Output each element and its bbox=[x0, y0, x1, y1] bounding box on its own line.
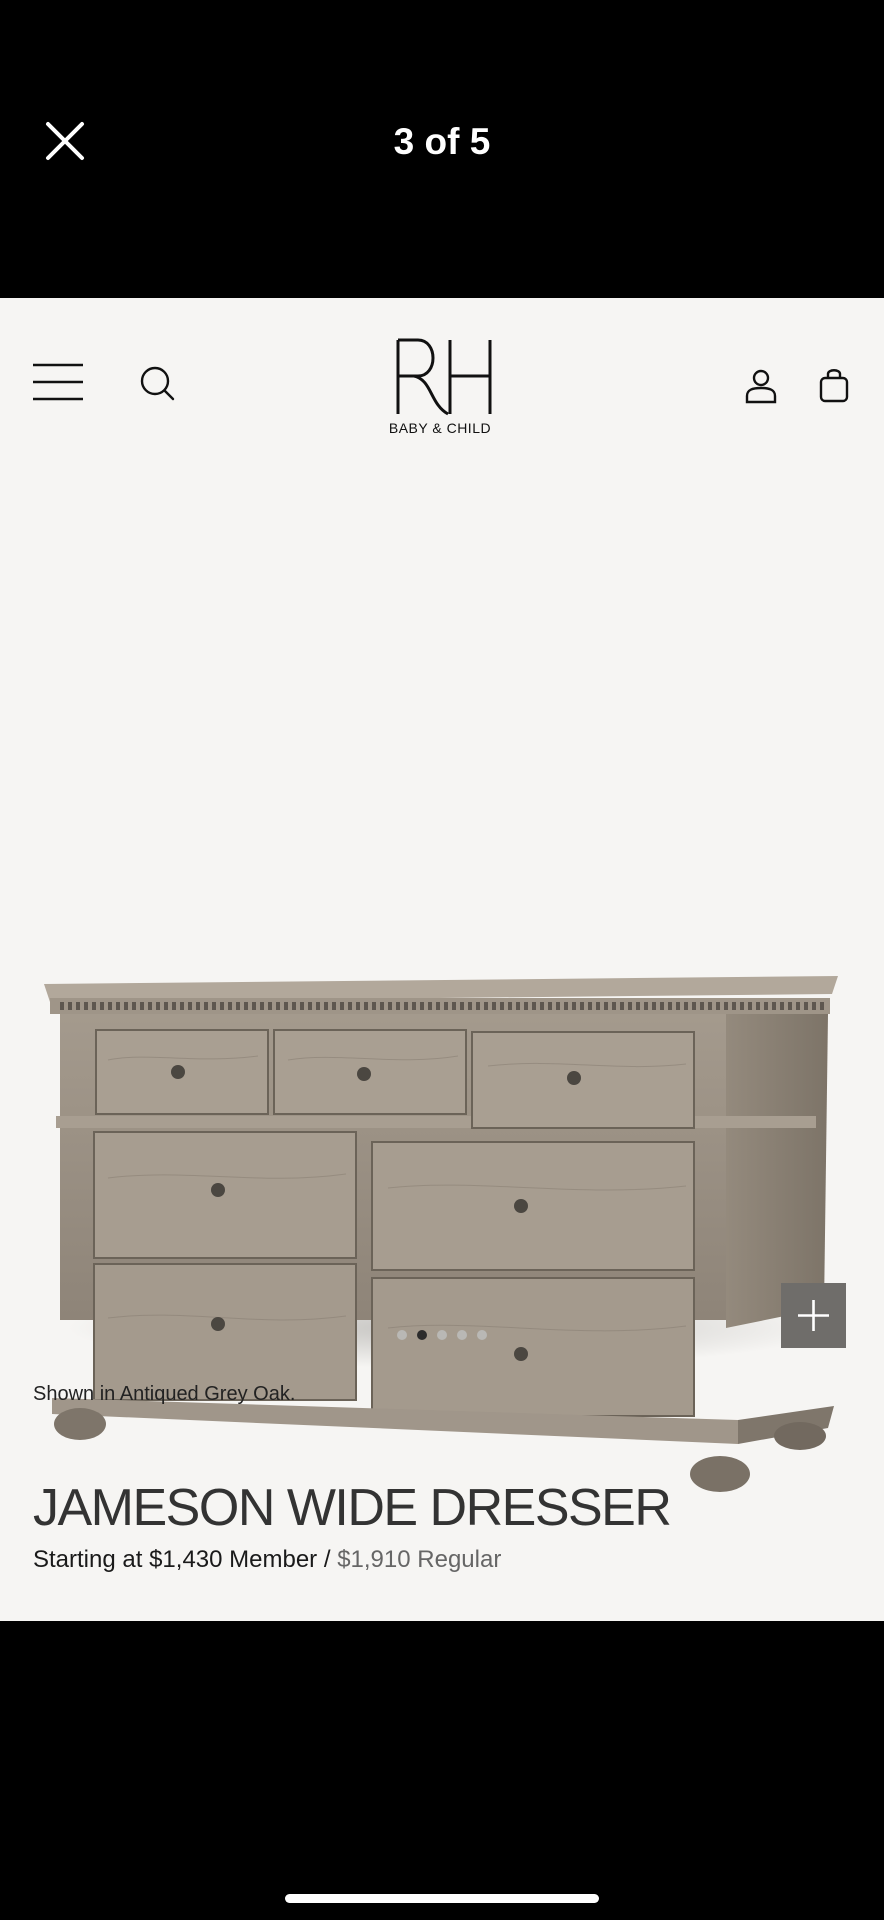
dresser-image bbox=[44, 976, 838, 1492]
search-button[interactable] bbox=[138, 364, 178, 404]
member-label: Member / bbox=[229, 1546, 331, 1573]
account-button[interactable] bbox=[744, 368, 778, 404]
rh-logo bbox=[396, 338, 492, 416]
carousel-dot-active[interactable] bbox=[417, 1330, 427, 1340]
logo-subtitle: BABY & CHILD bbox=[388, 420, 492, 436]
brand-logo[interactable]: BABY & CHILD bbox=[370, 332, 510, 442]
price-line: Starting at $1,430 Member / $1,910 Regul… bbox=[33, 1546, 501, 1574]
account-icon bbox=[745, 369, 777, 404]
search-icon bbox=[140, 366, 175, 401]
regular-label: Regular bbox=[417, 1546, 502, 1573]
carousel-dots bbox=[0, 1330, 884, 1340]
site-header: BABY & CHILD bbox=[0, 298, 884, 488]
member-price: $1,430 bbox=[149, 1546, 223, 1573]
cart-button[interactable] bbox=[818, 366, 850, 404]
menu-icon bbox=[33, 363, 83, 401]
menu-button[interactable] bbox=[32, 362, 84, 404]
viewer-header: 3 of 5 bbox=[0, 0, 884, 298]
image-counter: 3 of 5 bbox=[393, 121, 491, 162]
product-image[interactable] bbox=[38, 668, 846, 1548]
price-prefix: Starting at bbox=[33, 1546, 143, 1573]
carousel-dot[interactable] bbox=[397, 1330, 407, 1340]
carousel-dot[interactable] bbox=[457, 1330, 467, 1340]
image-caption: Shown in Antiqued Grey Oak. bbox=[33, 1383, 296, 1405]
regular-price: $1,910 bbox=[337, 1546, 411, 1573]
carousel-dot[interactable] bbox=[437, 1330, 447, 1340]
shopping-bag-icon bbox=[819, 369, 849, 403]
home-indicator[interactable] bbox=[285, 1894, 599, 1903]
product-title: JAMESON WIDE DRESSER bbox=[33, 1479, 672, 1537]
carousel-dot[interactable] bbox=[477, 1330, 487, 1340]
product-screen: BABY & CHILD Shown in Antiqued Grey Oak.… bbox=[0, 298, 884, 1621]
